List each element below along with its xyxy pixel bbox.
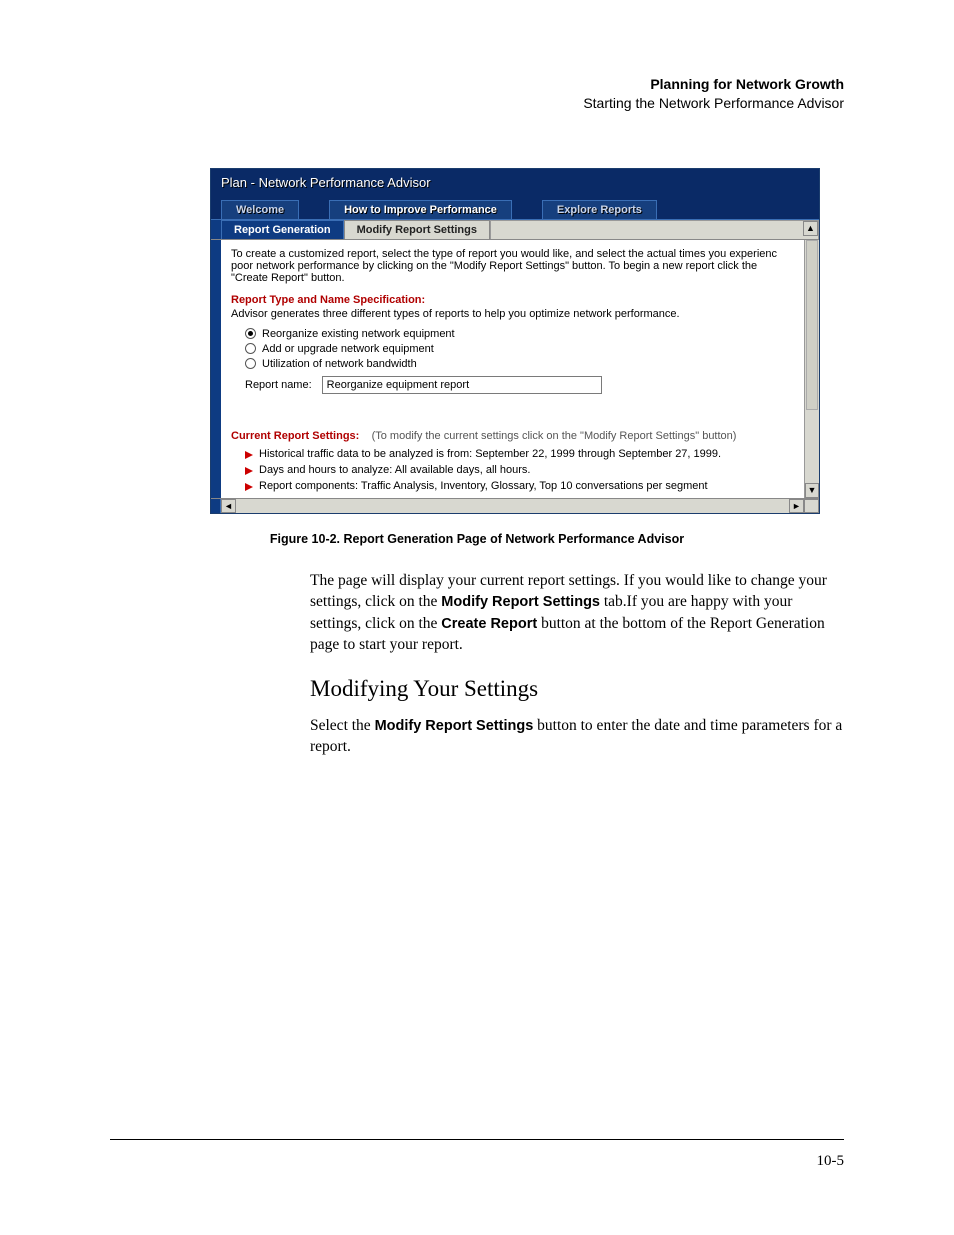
figure-caption: Figure 10-2. Report Generation Page of N…	[110, 532, 844, 546]
scrollbar-thumb[interactable]	[806, 240, 818, 410]
radio-reorganize[interactable]: Reorganize existing network equipment	[245, 328, 794, 340]
crs-text: Report components: Traffic Analysis, Inv…	[259, 480, 708, 492]
scroll-left-icon[interactable]: ◄	[221, 499, 236, 513]
section-desc: Advisor generates three different types …	[231, 308, 794, 320]
header-subtitle: Starting the Network Performance Advisor	[110, 94, 844, 113]
subtab-report-generation[interactable]: Report Generation	[221, 220, 344, 239]
arrow-icon	[245, 451, 253, 459]
horizontal-scrollbar[interactable]: ◄ ►	[211, 498, 819, 513]
scroll-right-icon[interactable]: ►	[789, 499, 804, 513]
page-header: Planning for Network Growth Starting the…	[110, 75, 844, 113]
crs-text: Days and hours to analyze: All available…	[259, 464, 531, 476]
crs-bullet-2: Days and hours to analyze: All available…	[245, 464, 794, 476]
sub-tab-bar: Report Generation Modify Report Settings…	[211, 219, 819, 239]
tab-explore-reports[interactable]: Explore Reports	[542, 200, 657, 219]
crs-label: Current Report Settings:	[231, 430, 359, 442]
radio-icon[interactable]	[245, 358, 256, 369]
radio-add-upgrade[interactable]: Add or upgrade network equipment	[245, 343, 794, 355]
subtab-modify-report-settings[interactable]: Modify Report Settings	[344, 220, 490, 239]
scrollbar-track[interactable]	[236, 499, 789, 513]
heading-modifying-settings: Modifying Your Settings	[310, 673, 844, 705]
report-name-label: Report name:	[245, 379, 312, 391]
arrow-icon	[245, 483, 253, 491]
paragraph-1: The page will display your current repor…	[310, 570, 844, 656]
report-name-row: Report name:	[245, 376, 794, 394]
page-number: 10-5	[817, 1153, 845, 1170]
footer-rule	[110, 1139, 844, 1140]
scroll-down-icon[interactable]: ▼	[805, 483, 819, 498]
header-title: Planning for Network Growth	[110, 75, 844, 94]
radio-label: Utilization of network bandwidth	[262, 358, 417, 370]
scroll-up-icon[interactable]: ▲	[803, 221, 818, 236]
crs-bullet-3: Report components: Traffic Analysis, Inv…	[245, 480, 794, 492]
tab-how-to-improve[interactable]: How to Improve Performance	[329, 200, 512, 219]
crs-hint: (To modify the current settings click on…	[372, 430, 737, 442]
top-tab-bar: Welcome How to Improve Performance Explo…	[211, 196, 819, 219]
section-title: Report Type and Name Specification:	[231, 294, 794, 306]
intro-text: To create a customized report, select th…	[231, 248, 794, 284]
body-text: The page will display your current repor…	[310, 570, 844, 758]
crs-bullet-1: Historical traffic data to be analyzed i…	[245, 448, 794, 460]
figure: Plan - Network Performance Advisor Welco…	[110, 168, 844, 546]
radio-label: Add or upgrade network equipment	[262, 343, 434, 355]
report-name-input[interactable]	[322, 376, 602, 394]
vertical-scrollbar[interactable]: ▼	[804, 240, 819, 498]
radio-utilization[interactable]: Utilization of network bandwidth	[245, 358, 794, 370]
subtab-filler: ▲	[490, 220, 819, 239]
crs-text: Historical traffic data to be analyzed i…	[259, 448, 721, 460]
current-report-settings: Current Report Settings: (To modify the …	[231, 430, 794, 442]
left-stripe	[211, 240, 221, 498]
window-title: Plan - Network Performance Advisor	[211, 169, 819, 196]
radio-label: Reorganize existing network equipment	[262, 328, 455, 340]
radio-icon[interactable]	[245, 343, 256, 354]
arrow-icon	[245, 467, 253, 475]
app-window: Plan - Network Performance Advisor Welco…	[210, 168, 820, 514]
radio-icon[interactable]	[245, 328, 256, 339]
tab-welcome[interactable]: Welcome	[221, 200, 299, 219]
paragraph-2: Select the Modify Report Settings button…	[310, 715, 844, 758]
content-body: To create a customized report, select th…	[221, 240, 804, 498]
